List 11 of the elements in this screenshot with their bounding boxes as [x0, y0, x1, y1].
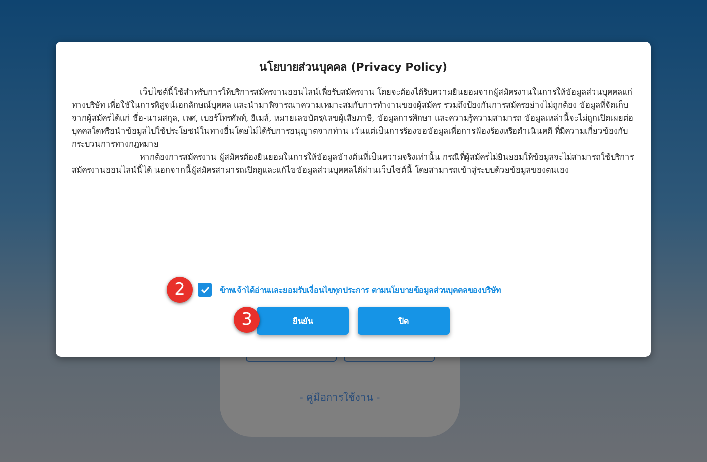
- manual-link[interactable]: - คู่มือการใช้งาน -: [300, 390, 380, 405]
- consent-label: ข้าพเจ้าได้อ่านและยอมรับเงื่อนไขทุกประการ ตามนโยบายข้อมูลส่วนบุคคลของบริษัท: [220, 284, 501, 296]
- step-badge: 2: [167, 277, 193, 303]
- policy-paragraph: เว็บไซต์นี้ใช้สำหรับการให้บริการสมัครงานออนไลน์เพื่อรับสมัครงาน โดยจะต้องได้รับความยินยอมจากผู้สมัครงานในการให้ข้อมูลส่วนบุคคลแก่ทางบริษัท เพื่อใช้ในการพิสูจน์เอกลักษณ์บุคคล และนำมาพิจารณาความเหมาะสมกับการทำงานของผู้สมัคร รวมถึงป้องกันการสมัครอย่างไม่ถูกต้อง ข้อมูลที่จัดเก็บจากผู้สมัครได้แก่ ชื่อ-นามสกุล, เพศ, เบอร์โทรศัพท์, อีเมล์, หมายเลขบัตร/เลขผู้เสียภาษี, ข้อมูลการศึกษา และความรู้ความสามารถ ข้อมูลเหล่านี้จะไม่ถูกเปิดเผยต่อบุคคลใดหรือนำข้อมูลไปใช้ประโยชน์ในทางอื่นโดยไม่ได้รับการอนุญาตจากท่าน เว้นแต่เป็นการร้องขอข้อมูลเพื่อการฟ้องร้องหรือดำเนินคดี ที่มีความเกี่ยวข้องกับกระบวนการทางกฎหมาย: [72, 86, 635, 151]
- policy-paragraph: หากต้องการสมัครงาน ผู้สมัครต้องยินยอมในการให้ข้อมูลข้างต้นที่เป็นความจริงเท่านั้น กรณีที่ผู้สมัครไม่ยินยอมให้ข้อมูลจะไม่สามารถใช้บริการสมัครงานออนไลน์นี้ได้ นอกจากนี้ผู้สมัครสามารถเปิดดูและแก้ไขข้อมูลส่วนบุคคลได้ผ่านเว็บไซต์นี้ โดยสามารถเข้าสู่ระบบด้วยข้อมูลของตนเอง: [72, 151, 635, 177]
- consent-checkbox[interactable]: [198, 283, 212, 297]
- check-icon: [200, 286, 210, 294]
- confirm-button[interactable]: ยืนยัน: [257, 307, 349, 335]
- dialog-title: นโยบายส่วนบุคคล (Privacy Policy): [258, 60, 449, 76]
- close-button[interactable]: ปิด: [358, 307, 450, 335]
- step-badge: 3: [234, 307, 260, 333]
